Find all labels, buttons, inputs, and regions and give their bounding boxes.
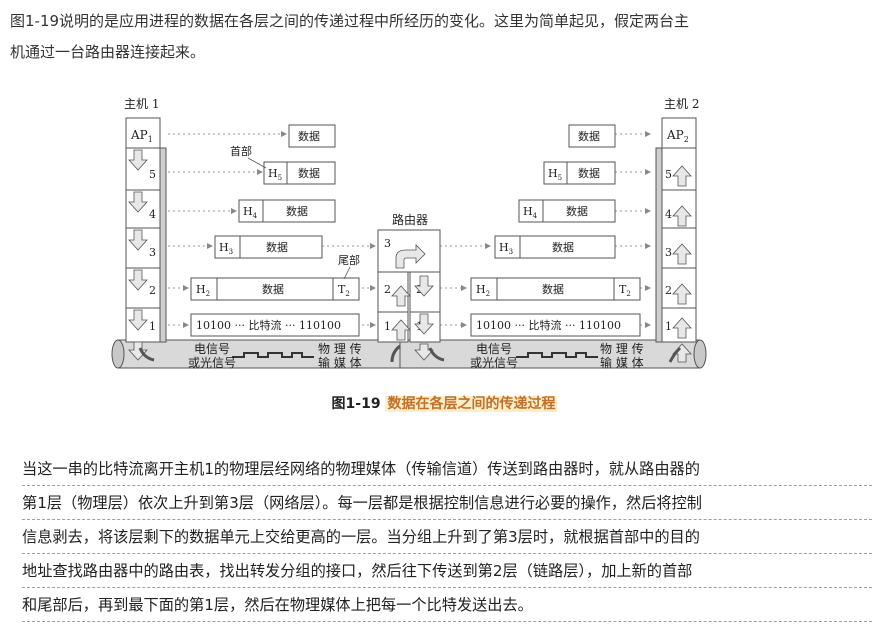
host2-label: 主机 2	[664, 97, 699, 111]
header-note-pointer	[247, 157, 267, 169]
host1-layer-3: 3	[149, 246, 156, 259]
signal-label-left-2: 或光信号	[188, 356, 236, 370]
host1-stack	[125, 117, 167, 343]
left-l5-data: 数据	[298, 166, 320, 180]
host1-layer-1: 1	[149, 320, 156, 333]
body-line-4: 地址查找路由器中的路由表，找出转发分组的接口，然后往下传送到第2层（链路层），加…	[22, 554, 872, 588]
right-l4-data: 数据	[566, 204, 588, 218]
host1-layer-5: 5	[149, 168, 156, 181]
caption-label: 图1-19	[331, 396, 381, 412]
medium-label-right-1: 物 理 传	[600, 341, 644, 356]
caption-title: 数据在各层之间的传递过程	[385, 396, 558, 412]
header-note: 首部	[230, 144, 252, 158]
left-l7-data: 数据	[298, 129, 320, 143]
body-paragraph: 当这一串的比特流离开主机1的物理层经网络的物理媒体（传输信道）传送到路由器时，就…	[22, 452, 872, 622]
host2-layer-3: 3	[665, 246, 672, 259]
right-l2-data: 数据	[542, 282, 564, 296]
left-l2-data: 数据	[262, 282, 284, 296]
right-data-units	[470, 124, 641, 337]
host1-label: 主机 1	[124, 97, 159, 111]
body-line-5: 和尾部后，再到最下面的第1层，然后在物理媒体上把每一个比特发送出去。	[22, 588, 872, 622]
host2-layer-4: 4	[665, 208, 672, 221]
trailer-note-pointer	[343, 266, 351, 280]
host1-layer-4: 4	[149, 208, 156, 221]
signal-label-right-1: 电信号	[476, 342, 512, 356]
router-layer-3: 3	[384, 237, 391, 250]
figure-svg: 电信号 或光信号 物 理 传 输 媒 体 电信号 或光信号 物 理 传 输 媒 …	[111, 97, 707, 370]
router-layer-1-in: 1	[384, 320, 391, 333]
left-data-units	[190, 124, 360, 337]
left-l3-data: 数据	[266, 240, 288, 254]
data-flow-figure: 电信号 或光信号 物 理 传 输 媒 体 电信号 或光信号 物 理 传 输 媒 …	[0, 0, 889, 400]
host2-stack	[655, 117, 697, 343]
signal-label-left-1: 电信号	[194, 342, 230, 356]
host1-layer-2: 2	[149, 284, 156, 297]
signal-label-right-2: 或光信号	[470, 356, 518, 370]
figure-caption: 图1-19 数据在各层之间的传递过程	[0, 393, 889, 413]
router-layer-2-in: 2	[384, 283, 391, 296]
medium-label-right-2: 输 媒 体	[600, 355, 644, 370]
host2-layer-5: 5	[665, 168, 672, 181]
body-line-3: 信息剥去，将该层剩下的数据单元上交给更高的一层。当分组上升到了第3层时，就根据首…	[22, 520, 872, 554]
body-line-1: 当这一串的比特流离开主机1的物理层经网络的物理媒体（传输信道）传送到路由器时，就…	[22, 452, 872, 486]
right-l3-data: 数据	[552, 240, 574, 254]
body-line-2: 第1层（物理层）依次上升到第3层（网络层）。每一层都是根据控制信息进行必要的操作…	[22, 486, 872, 520]
host2-layer-1: 1	[665, 320, 672, 333]
router-label: 路由器	[392, 212, 428, 227]
left-l4-data: 数据	[286, 204, 308, 218]
right-bitstream: 10100 ··· 比特流 ··· 110100	[476, 318, 621, 332]
right-l5-data: 数据	[578, 166, 600, 180]
medium-label-left-1: 物 理 传	[318, 341, 362, 356]
medium-label-left-2: 输 媒 体	[318, 355, 362, 370]
trailer-note: 尾部	[338, 253, 360, 267]
left-bitstream: 10100 ··· 比特流 ··· 110100	[196, 318, 341, 332]
host2-layer-2: 2	[665, 284, 672, 297]
right-l7-data: 数据	[578, 129, 600, 143]
